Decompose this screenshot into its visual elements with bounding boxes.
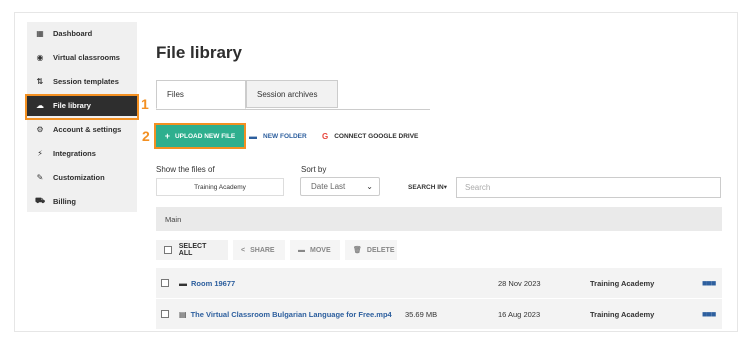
tab-bar: Files Session archives <box>156 80 430 110</box>
sidebar-item-label: Dashboard <box>53 28 93 38</box>
sidebar-item-billing[interactable]: ⛟ Billing <box>27 190 137 212</box>
delete-button[interactable]: 🗑 DELETE <box>345 240 397 260</box>
file-name: Room 19677 <box>191 278 236 288</box>
template-icon: ⇅ <box>36 76 44 86</box>
search-input[interactable]: Search <box>456 177 721 198</box>
wrench-icon: ✎ <box>36 172 44 182</box>
google-icon: G <box>322 131 329 141</box>
new-folder-button[interactable]: ▬ NEW FOLDER <box>249 125 307 147</box>
sidebar-item-label: Integrations <box>53 148 96 158</box>
sort-select[interactable]: Date Last ⌄ <box>300 177 380 196</box>
upload-label: UPLOAD NEW FILE <box>174 132 236 140</box>
row-checkbox[interactable] <box>161 279 169 287</box>
row-checkbox[interactable] <box>161 310 169 318</box>
connect-google-drive-button[interactable]: G CONNECT GOOGLE DRIVE <box>322 125 418 147</box>
sidebar-item-integrations[interactable]: ⚡ Integrations <box>27 142 137 164</box>
step-number-2: 2 <box>142 128 150 144</box>
gear-icon: ⚙ <box>36 124 44 134</box>
file-icon: ▤ <box>179 309 187 319</box>
tab-label: Files <box>167 90 184 99</box>
target-icon: ◉ <box>36 52 44 62</box>
sort-value: Date Last <box>311 182 346 191</box>
share-label: SHARE <box>250 246 275 254</box>
sidebar-item-virtual-classrooms[interactable]: ◉ Virtual classrooms <box>27 46 137 68</box>
more-options-icon[interactable]: ■■■ <box>702 278 716 288</box>
file-name: The Virtual Classroom Bulgarian Language… <box>190 309 392 319</box>
plug-icon: ⚡ <box>37 148 43 158</box>
table-row[interactable]: ▤ The Virtual Classroom Bulgarian Langua… <box>156 299 722 329</box>
show-files-label: Show the files of <box>156 165 215 174</box>
file-date: 16 Aug 2023 <box>498 309 541 319</box>
tab-label: Session archives <box>257 89 318 99</box>
sidebar-item-label: Account & settings <box>53 124 122 134</box>
delete-label: DELETE <box>366 246 395 254</box>
file-size: 35.69 MB <box>405 309 438 319</box>
select-all-button[interactable]: SELECT ALL <box>156 240 228 260</box>
sidebar-item-customization[interactable]: ✎ Customization <box>27 166 137 188</box>
share-icon: < <box>241 246 246 254</box>
file-name-link[interactable]: ▬ Room 19677 <box>179 279 235 288</box>
page-title: File library <box>156 43 242 62</box>
table-row[interactable]: ▬ Room 19677 28 Nov 2023 Training Academ… <box>156 268 722 298</box>
select-all-label: SELECT ALL <box>178 243 207 257</box>
file-owner: Training Academy <box>590 278 655 288</box>
sidebar-item-label: Billing <box>53 196 76 206</box>
trash-icon: 🗑 <box>353 247 362 254</box>
file-date: 28 Nov 2023 <box>498 278 541 288</box>
highlight-file-library <box>25 94 139 120</box>
folder-icon: ▬ <box>298 246 305 254</box>
folder-icon: ▬ <box>249 131 257 141</box>
sidebar-item-dashboard[interactable]: ▦ Dashboard <box>27 22 137 44</box>
file-name-link[interactable]: ▤ The Virtual Classroom Bulgarian Langua… <box>179 310 392 319</box>
more-options-icon[interactable]: ■■■ <box>702 309 716 319</box>
share-button[interactable]: < SHARE <box>233 240 285 260</box>
chevron-down-icon: ⌄ <box>366 182 373 191</box>
file-owner: Training Academy <box>590 309 655 319</box>
sidebar-item-label: Customization <box>53 172 105 182</box>
move-button[interactable]: ▬ MOVE <box>290 240 340 260</box>
sidebar-item-session-templates[interactable]: ⇅ Session templates <box>27 70 137 92</box>
grid-icon: ▦ <box>36 28 44 38</box>
sidebar-item-label: Session templates <box>53 76 119 86</box>
upload-new-file-button[interactable]: + UPLOAD NEW FILE <box>156 125 244 147</box>
tab-session-archives[interactable]: Session archives <box>246 80 338 108</box>
plus-icon: + <box>164 131 170 141</box>
sidebar-item-label: Virtual classrooms <box>53 52 120 62</box>
folder-breadcrumb[interactable]: Main <box>156 207 722 231</box>
google-drive-label: CONNECT GOOGLE DRIVE <box>334 132 419 140</box>
sidebar-item-account-settings[interactable]: ⚙ Account & settings <box>27 118 137 140</box>
move-label: MOVE <box>310 246 331 254</box>
tab-files[interactable]: Files <box>156 80 246 109</box>
new-folder-label: NEW FOLDER <box>263 132 307 140</box>
sort-by-label: Sort by <box>301 165 327 174</box>
search-in-dropdown[interactable]: SEARCH IN▾ <box>399 177 456 197</box>
cart-icon: ⛟ <box>35 196 46 205</box>
checkbox[interactable] <box>164 246 172 254</box>
show-files-select[interactable]: Training Academy <box>156 178 284 196</box>
folder-icon: ▬ <box>179 278 187 288</box>
step-number-1: 1 <box>141 96 149 112</box>
